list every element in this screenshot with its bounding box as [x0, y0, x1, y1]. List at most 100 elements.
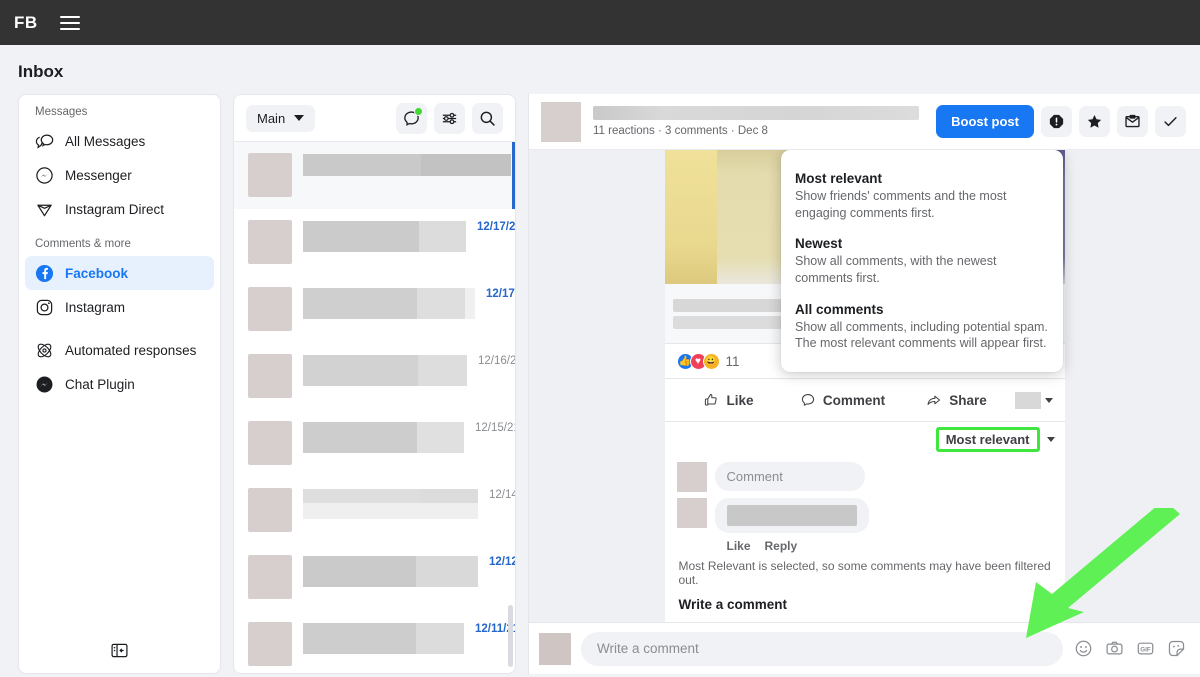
like-button[interactable]: Like: [673, 386, 785, 414]
list-scrollbar[interactable]: [508, 605, 513, 667]
comment-sort-label: Most relevant: [935, 427, 1040, 452]
top-bar: FB: [0, 0, 1200, 45]
avatar: [248, 488, 292, 532]
haha-reaction-icon: 😀: [702, 353, 720, 370]
comment-reply-action[interactable]: Reply: [765, 539, 798, 553]
list-item-date: 12/17/21: [477, 221, 515, 233]
sidebar-item-instagram[interactable]: Instagram: [25, 290, 214, 324]
sidebar-item-label: Instagram: [65, 299, 126, 315]
sidebar-item-chat-plugin[interactable]: Chat Plugin: [25, 367, 214, 401]
camera-icon[interactable]: [1104, 639, 1124, 659]
list-item[interactable]: 12/12/21: [234, 544, 515, 611]
comment-item: Comment: [676, 462, 1053, 492]
write-comment-link[interactable]: Write a comment: [677, 593, 1053, 620]
list-item-date: 12/15/21: [475, 422, 515, 434]
avatar: [676, 498, 707, 528]
search-icon[interactable]: [472, 102, 503, 134]
post-title-redacted: [593, 106, 919, 120]
list-item-preview-redacted: [303, 354, 467, 386]
page-avatar: [541, 101, 581, 142]
list-item[interactable]: 12/15/21: [234, 410, 515, 477]
comment-button-label: Comment: [822, 392, 886, 408]
share-arrow-icon: [927, 395, 941, 405]
list-item-date: 12/12/21: [489, 556, 515, 568]
page-title: Inbox: [18, 62, 64, 81]
audience-redacted: [1014, 391, 1041, 409]
list-item[interactable]: 12/14/21: [234, 477, 515, 544]
dropdown-option-desc: Show all comments, with the newest comme…: [795, 254, 997, 285]
share-button-label: Share: [949, 392, 987, 408]
sidebar-item-messenger[interactable]: Messenger: [25, 158, 214, 192]
archive-icon[interactable]: [1117, 106, 1148, 137]
list-item[interactable]: 12/17/21: [234, 142, 515, 209]
avatar: [248, 220, 292, 264]
report-icon[interactable]: [1041, 106, 1072, 137]
avatar: [248, 287, 292, 331]
post-scroll-area[interactable]: Learn more 👍 ♥ 😀 11 3 Comments 3 Shares: [529, 150, 1200, 622]
star-icon[interactable]: [1079, 106, 1110, 137]
list-item[interactable]: 12/16/21: [234, 343, 515, 410]
boost-post-button[interactable]: Boost post: [936, 105, 1034, 138]
dropdown-option-title: Most relevant: [795, 171, 883, 186]
post-meta: 11 reactions · 3 comments · Dec 8: [593, 125, 768, 137]
comment-placeholder-text: Comment: [714, 462, 865, 491]
sidebar-item-instagram-direct[interactable]: Instagram Direct: [25, 192, 214, 226]
comment-redacted: [714, 498, 869, 533]
collapse-panel-icon[interactable]: [107, 637, 133, 663]
conversation-list[interactable]: 12/17/21 12/17/21 12/17/21 12/16/21 12/15/21…: [234, 142, 515, 673]
automation-icon: [35, 341, 54, 360]
chevron-down-icon: [294, 115, 305, 121]
list-item[interactable]: 12/17/21: [234, 276, 515, 343]
paper-plane-icon: [35, 200, 54, 219]
messenger-icon: [35, 166, 54, 185]
avatar: [248, 421, 292, 465]
reaction-icons: 👍 ♥ 😀: [676, 353, 720, 370]
done-icon[interactable]: [1155, 106, 1186, 137]
new-message-icon[interactable]: [396, 102, 427, 134]
share-button[interactable]: Share: [901, 386, 1013, 414]
sidebar-item-automated-responses[interactable]: Automated responses: [25, 333, 214, 367]
list-item-preview-redacted: [303, 421, 464, 453]
gif-icon[interactable]: GIF: [1135, 639, 1155, 659]
filter-icon[interactable]: [434, 102, 465, 134]
main-layout: Messages All Messages Messenger Instagra…: [0, 94, 1200, 674]
comments-block: Comment Like Reply Most Relevant is sele…: [665, 458, 1065, 620]
avatar: [248, 153, 292, 197]
avatar: [248, 555, 292, 599]
comment-sort-selector[interactable]: Most relevant: [935, 427, 1055, 452]
folder-select[interactable]: Main: [246, 104, 316, 132]
comment-input[interactable]: [581, 631, 1063, 666]
list-item-preview-redacted: [303, 488, 478, 519]
reactions-summary[interactable]: 👍 ♥ 😀 11: [676, 353, 740, 370]
dropdown-option-most-relevant[interactable]: Most relevant Show friends' comments and…: [781, 164, 1063, 229]
avatar: [676, 462, 707, 492]
hamburger-icon[interactable]: [59, 15, 80, 30]
post-header: 11 reactions · 3 comments · Dec 8 Boost …: [529, 94, 1200, 150]
list-item-date: 12/16/21: [478, 355, 515, 367]
list-tool-buttons: [396, 102, 503, 134]
sort-note: Most Relevant is selected, so some comme…: [678, 559, 1051, 587]
sidebar-item-label: Messenger: [65, 167, 132, 183]
sticker-icon[interactable]: [1166, 639, 1186, 659]
dropdown-option-title: All comments: [795, 301, 884, 317]
audience-selector[interactable]: [1014, 391, 1057, 409]
comment-button[interactable]: Comment: [787, 386, 899, 414]
sidebar-item-facebook[interactable]: Facebook: [25, 256, 214, 290]
list-item-preview-redacted: [303, 153, 511, 176]
avatar: [248, 622, 292, 666]
list-item[interactable]: 12/11/21: [234, 611, 515, 673]
post-detail-panel: 11 reactions · 3 comments · Dec 8 Boost …: [528, 94, 1200, 674]
list-item-preview-redacted: [303, 287, 475, 319]
sidebar-item-all-messages[interactable]: All Messages: [25, 124, 214, 158]
chevron-down-icon: [1046, 437, 1055, 442]
comment-sort-row: Most relevant: [664, 421, 1065, 458]
conversation-list-panel: Main 12/17/2112/17/2112/17/2112/16/2112/…: [233, 94, 516, 674]
dropdown-option-all-comments[interactable]: All comments Show all comments, includin…: [781, 295, 1063, 360]
list-item[interactable]: 12/17/21: [234, 209, 515, 276]
list-item-date: 12/17/21: [486, 288, 515, 300]
list-item-date: 12/14/21: [489, 489, 515, 501]
emoji-icon[interactable]: [1073, 639, 1093, 659]
dropdown-option-newest[interactable]: Newest Show all comments, with the newes…: [781, 229, 1063, 294]
comment-like-action[interactable]: Like: [727, 539, 751, 553]
list-toolbar: Main: [234, 95, 515, 142]
